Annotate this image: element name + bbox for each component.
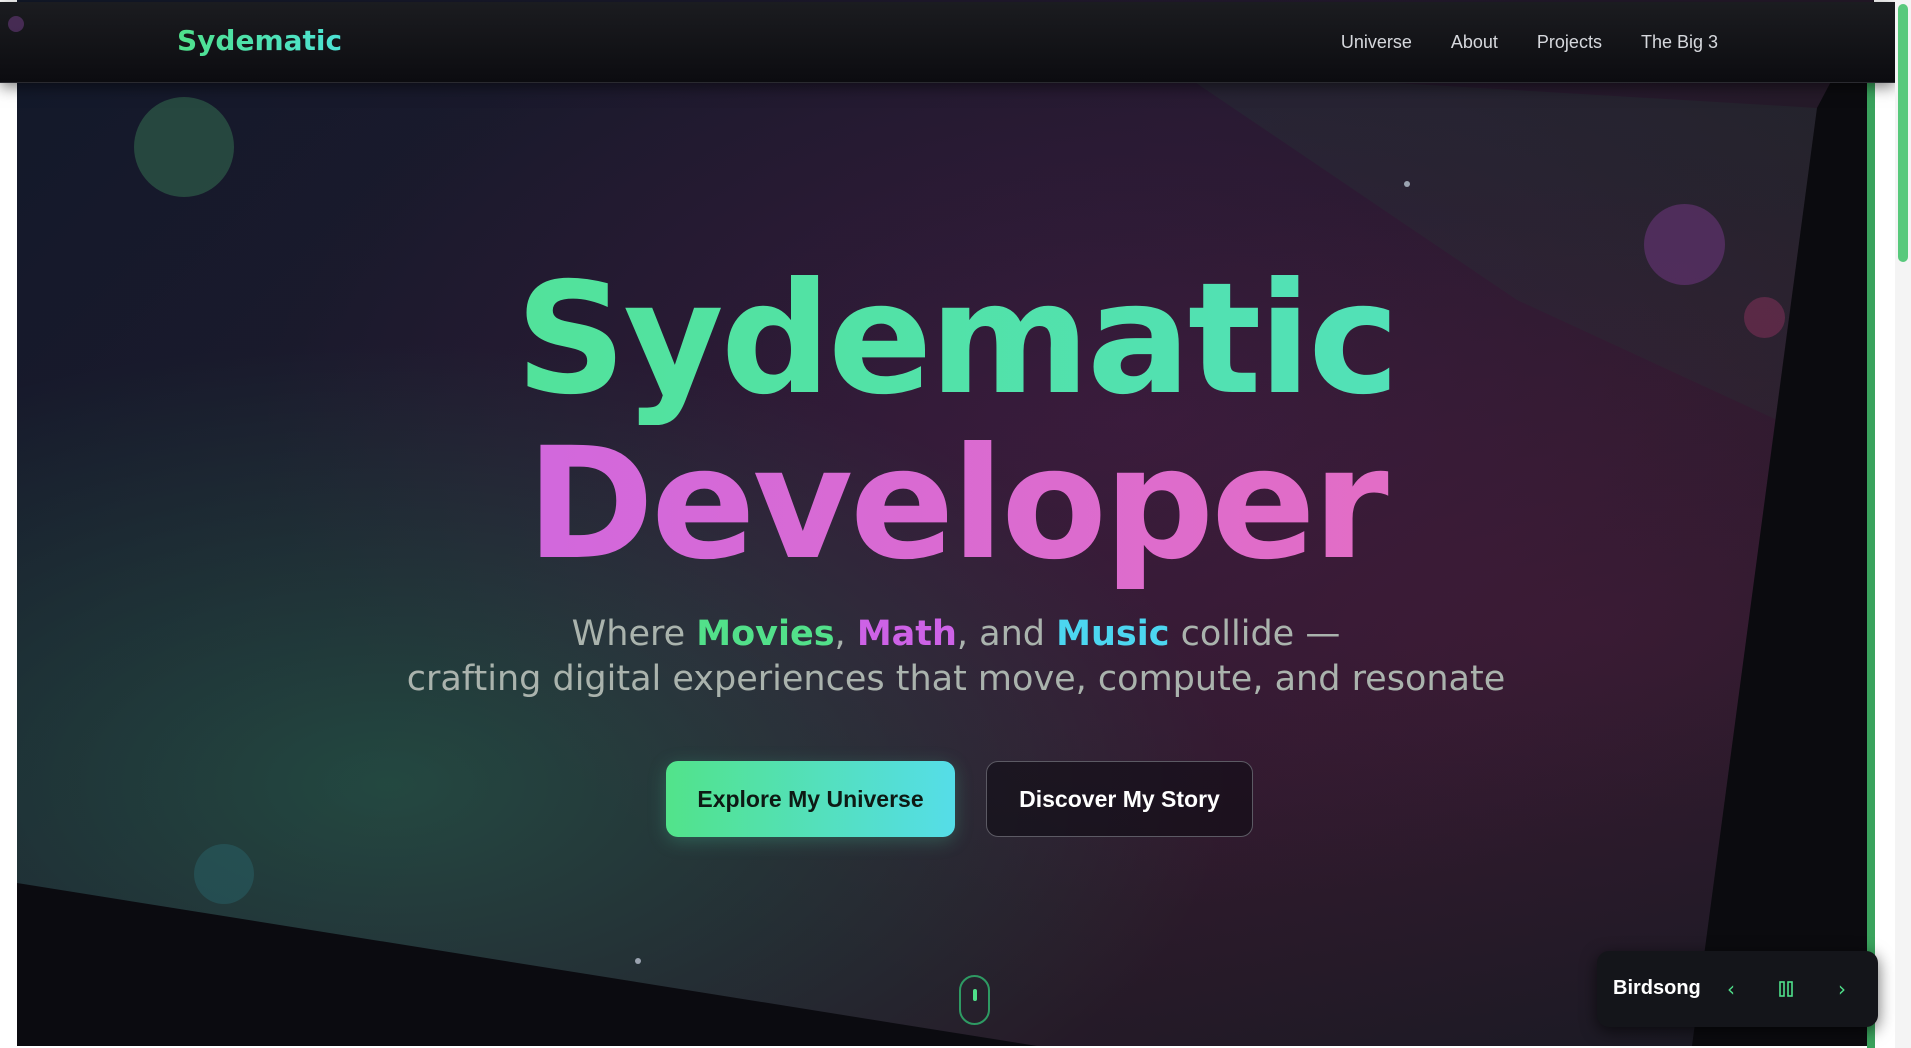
music-player: Birdsong ‹ ›	[1597, 951, 1878, 1027]
discover-story-button[interactable]: Discover My Story	[986, 761, 1253, 837]
decor-bubble	[134, 97, 234, 197]
nav-link-universe[interactable]: Universe	[1341, 32, 1412, 53]
tagline-text: ,	[834, 614, 857, 654]
site-logo[interactable]: Sydematic	[177, 24, 342, 57]
tagline-text: Where	[571, 614, 697, 654]
hero-tagline-line-1: Where Movies, Math, and Music collide —	[17, 612, 1874, 657]
nav-link-about[interactable]: About	[1451, 32, 1498, 53]
nav-link-projects[interactable]: Projects	[1537, 32, 1602, 53]
track-title: Birdsong	[1613, 977, 1701, 999]
tagline-text: collide —	[1169, 614, 1341, 654]
hero-title-line-2: Developer	[17, 420, 1874, 590]
scroll-wheel-icon	[973, 989, 977, 1001]
pause-icon-glyph	[1779, 981, 1793, 997]
hero-tagline: Where Movies, Math, and Music collide — …	[17, 612, 1874, 702]
pause-icon[interactable]	[1766, 969, 1806, 1009]
decor-star	[635, 958, 641, 964]
scroll-indicator-icon[interactable]	[959, 975, 990, 1025]
tagline-keyword-math: Math	[856, 614, 957, 654]
chevron-left-icon[interactable]: ‹	[1711, 969, 1751, 1009]
accent-edge	[1867, 82, 1875, 1048]
hero-title-line-1: Sydematic	[17, 255, 1874, 425]
hero-tagline-line-2: crafting digital experiences that move, …	[406, 659, 1506, 699]
tagline-keyword-music: Music	[1056, 614, 1170, 654]
chevron-right-icon[interactable]: ›	[1822, 969, 1862, 1009]
nav-link-big-3[interactable]: The Big 3	[1641, 32, 1718, 53]
top-navbar: Sydematic Universe About Projects The Bi…	[0, 2, 1895, 83]
scrollbar-thumb[interactable]	[1898, 4, 1908, 262]
tagline-keyword-movies: Movies	[696, 614, 835, 654]
explore-universe-button[interactable]: Explore My Universe	[666, 761, 955, 837]
page-scrollbar[interactable]	[1895, 0, 1911, 1048]
decor-bubble	[8, 16, 24, 32]
hero-section: Sydematic Developer Where Movies, Math, …	[17, 0, 1874, 1046]
decor-bubble	[194, 844, 254, 904]
tagline-text: , and	[956, 614, 1057, 654]
decor-star	[1404, 181, 1410, 187]
page: Sydematic Developer Where Movies, Math, …	[0, 0, 1911, 1048]
nav-links: Universe About Projects The Big 3	[1341, 32, 1718, 53]
